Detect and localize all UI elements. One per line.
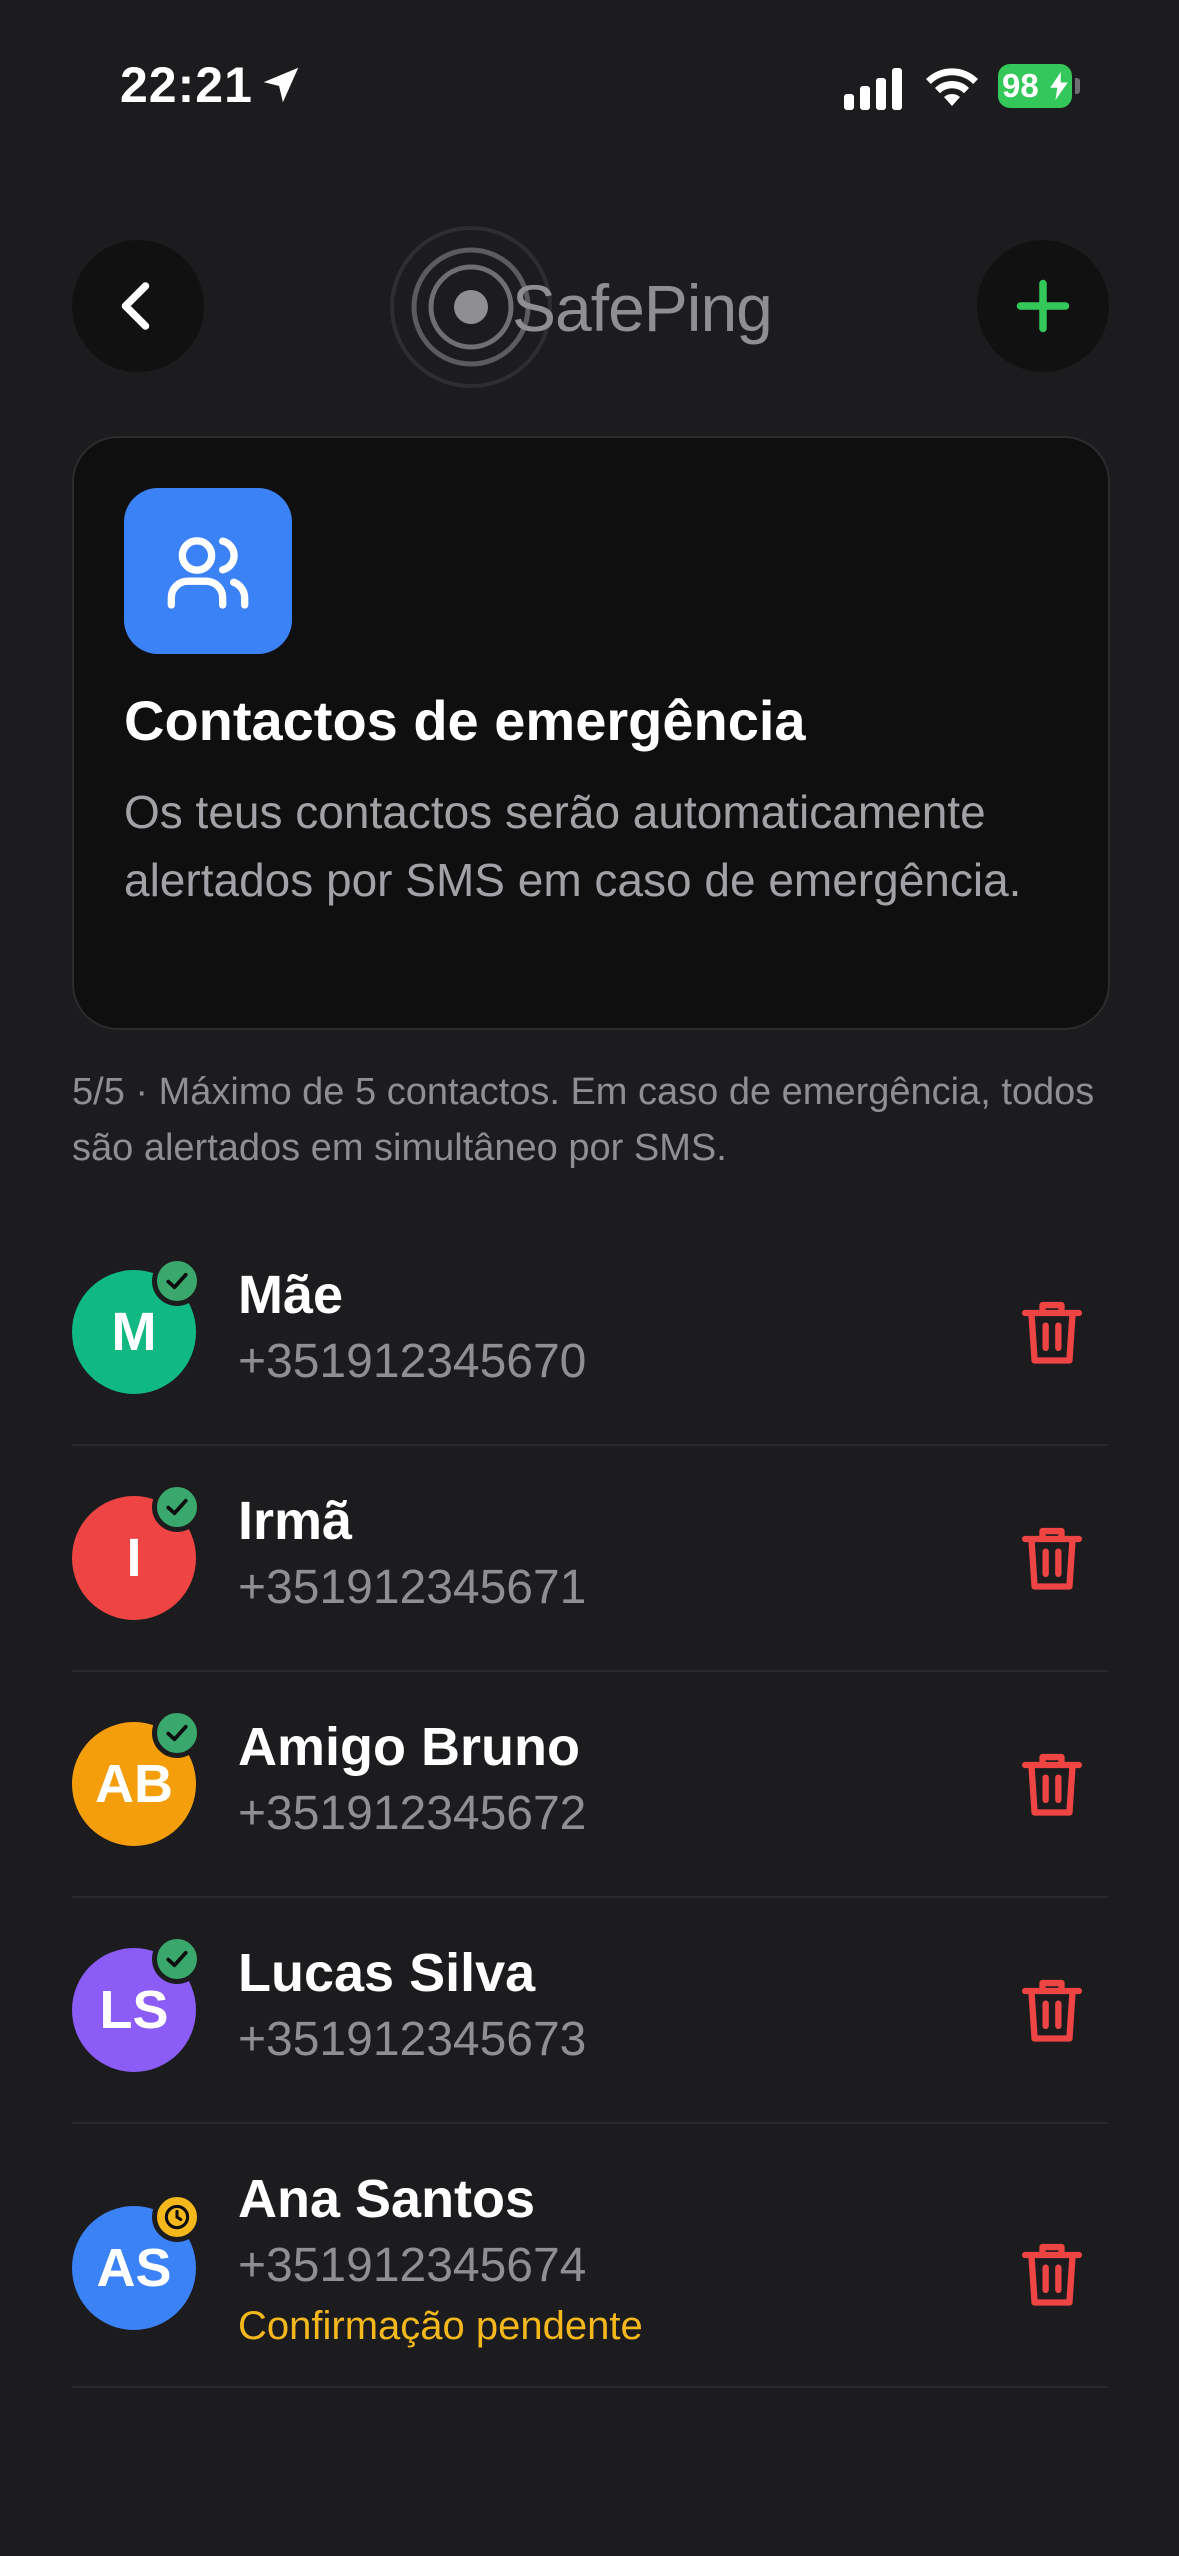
contact-phone: +351912345673 xyxy=(238,2013,587,2066)
contact-name: Mãe xyxy=(238,1265,344,1325)
trash-icon[interactable] xyxy=(1014,1294,1090,1370)
card-icon-tile xyxy=(124,488,292,654)
app-logo: SafePing xyxy=(388,224,773,390)
confirmed-badge xyxy=(152,1934,202,1984)
back-button[interactable] xyxy=(72,240,204,372)
contact-row[interactable]: AS Ana Santos +351912345674 Confirmação … xyxy=(72,2124,1108,2388)
contact-phone: +351912345674 xyxy=(238,2239,587,2292)
check-icon xyxy=(166,1950,188,1968)
logo-text: SafePing xyxy=(512,271,773,345)
pending-status-label: Confirmação pendente xyxy=(238,2304,643,2348)
cellular-signal-icon xyxy=(844,68,902,110)
pending-badge xyxy=(152,2192,202,2242)
charging-bolt-icon xyxy=(1050,72,1068,100)
clock-icon xyxy=(164,2204,190,2230)
battery-indicator: 98 xyxy=(998,64,1080,108)
status-time: 22:21 xyxy=(120,57,253,113)
trash-icon[interactable] xyxy=(1014,1972,1090,2048)
check-icon xyxy=(166,1498,188,1516)
trash-icon[interactable] xyxy=(1014,2236,1090,2312)
contact-phone: +351912345672 xyxy=(238,1787,587,1840)
contact-name: Ana Santos xyxy=(238,2169,536,2229)
confirmed-badge xyxy=(152,1708,202,1758)
trash-icon[interactable] xyxy=(1014,1746,1090,1822)
emergency-contacts-info-card: Contactos de emergência Os teus contacto… xyxy=(72,436,1110,1030)
status-bar: 22:21 98 xyxy=(0,0,1179,170)
card-title: Contactos de emergência xyxy=(124,689,806,752)
add-contact-button[interactable] xyxy=(977,240,1109,372)
confirmed-badge xyxy=(152,1482,202,1532)
wifi-icon xyxy=(926,68,978,106)
battery-percentage: 98 xyxy=(1002,67,1039,104)
contact-name: Lucas Silva xyxy=(238,1943,536,2003)
contact-row[interactable]: AB Amigo Bruno +351912345672 xyxy=(72,1672,1108,1898)
trash-icon[interactable] xyxy=(1014,1520,1090,1596)
check-icon xyxy=(166,1724,188,1742)
check-icon xyxy=(166,1272,188,1290)
confirmed-badge xyxy=(152,1256,202,1306)
contact-name: Amigo Bruno xyxy=(238,1717,580,1777)
battery-cap xyxy=(1075,78,1080,94)
contact-phone: +351912345670 xyxy=(238,1335,587,1388)
users-icon xyxy=(167,537,249,609)
card-description: Os teus contactos serão automaticamente … xyxy=(124,786,1022,906)
contact-row[interactable]: M Mãe +351912345670 xyxy=(72,1220,1108,1446)
contact-list: M Mãe +351912345670 I Irmã +351912345671… xyxy=(72,1220,1108,2388)
contact-name: Irmã xyxy=(238,1491,353,1551)
contact-row[interactable]: LS Lucas Silva +351912345673 xyxy=(72,1898,1108,2124)
contact-phone: +351912345671 xyxy=(238,1561,587,1614)
contact-row[interactable]: I Irmã +351912345671 xyxy=(72,1446,1108,1672)
location-arrow-icon xyxy=(263,67,299,103)
chevron-left-icon xyxy=(121,282,150,330)
plus-icon xyxy=(1016,279,1070,333)
contact-limit-note: 5/5 · Máximo de 5 contactos. Em caso de … xyxy=(72,1071,1095,1169)
